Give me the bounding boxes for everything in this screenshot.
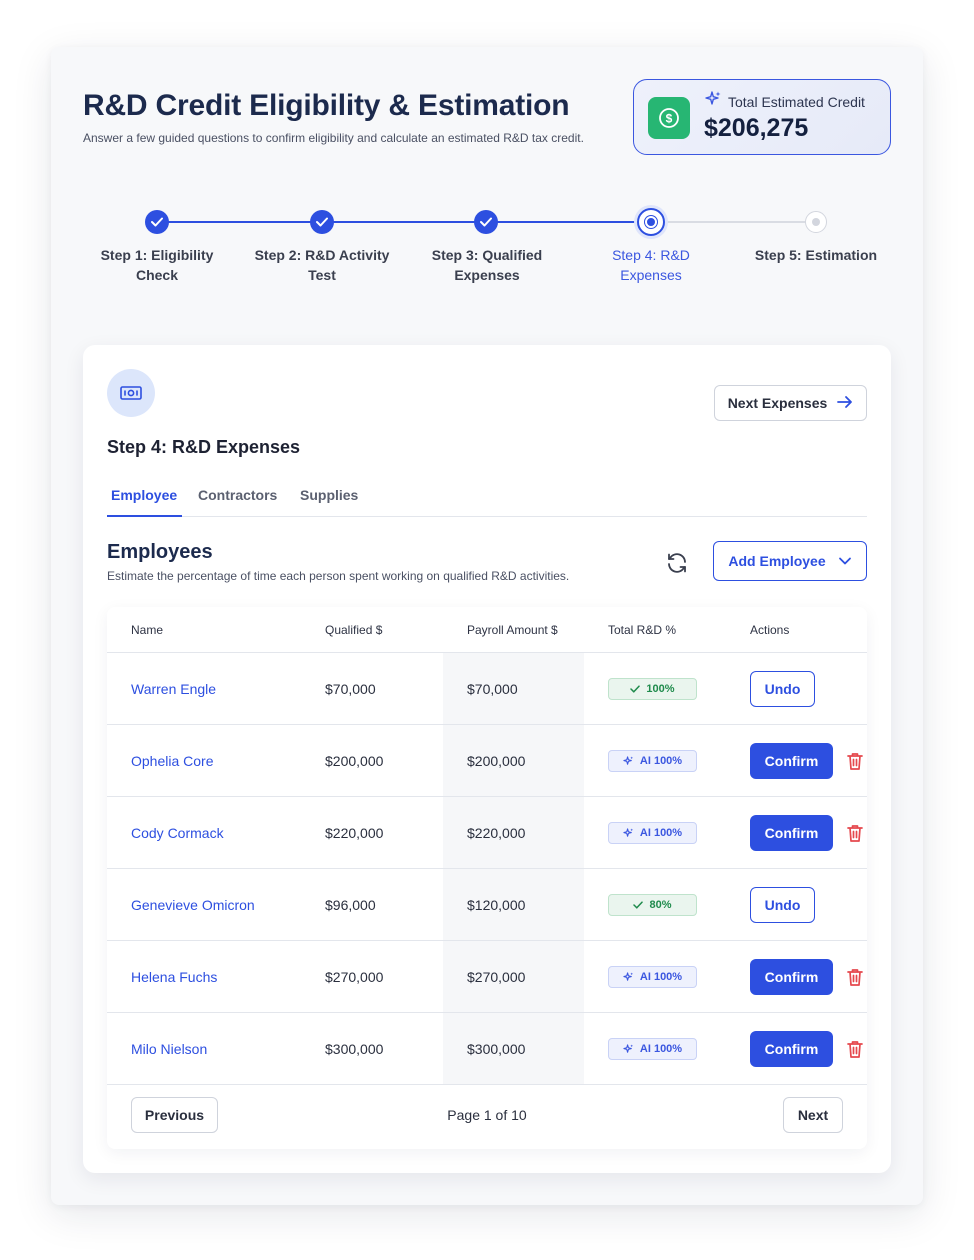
step-1-label[interactable]: Step 1: Eligibility Check	[82, 245, 232, 285]
employee-name-link[interactable]: Genevieve Omicron	[131, 897, 255, 913]
card-title: Step 4: R&D Expenses	[107, 437, 301, 457]
step-5-label[interactable]: Step 5: Estimation	[741, 245, 891, 265]
page-info: Page 1 of 10	[447, 1107, 527, 1123]
check-icon	[630, 685, 641, 693]
ai-percent-badge: AI 100%	[608, 822, 697, 844]
expense-tabs: Employee Contractors Supplies	[107, 481, 867, 517]
payroll-amount: $200,000	[467, 753, 526, 769]
sparkle-icon	[623, 971, 633, 981]
rd-percent-badge: 80%	[608, 894, 697, 916]
step-3-check-icon[interactable]	[474, 210, 498, 234]
qualified-amount: $96,000	[325, 897, 376, 913]
confirm-button[interactable]: Confirm	[750, 1031, 833, 1067]
trash-icon[interactable]	[844, 750, 866, 772]
progress-stepper: Step 1: Eligibility Check Step 2: R&D Act…	[51, 205, 923, 305]
employee-name-link[interactable]: Warren Engle	[131, 681, 216, 697]
qualified-amount: $200,000	[325, 753, 384, 769]
check-icon	[633, 901, 644, 909]
step-4-label[interactable]: Step 4: R&D Expenses	[576, 245, 726, 285]
step-4-current-dot[interactable]	[637, 208, 665, 236]
qualified-amount: $270,000	[325, 969, 384, 985]
table-row: Warren Engle $70,000 $70,000 100% Undo	[107, 653, 867, 725]
stepper-progress-line	[157, 221, 651, 223]
table-row: Cody Cormack $220,000 $220,000 AI 100% C…	[107, 797, 867, 869]
chevron-down-icon	[838, 553, 852, 569]
qualified-amount: $300,000	[325, 1041, 384, 1057]
qualified-amount: $220,000	[325, 825, 384, 841]
sparkle-icon	[623, 755, 633, 765]
next-page-button[interactable]: Next	[783, 1097, 843, 1133]
confirm-button[interactable]: Confirm	[750, 959, 833, 995]
payroll-amount: $70,000	[467, 681, 518, 697]
tab-supplies[interactable]: Supplies	[296, 487, 362, 517]
ai-percent-badge: AI 100%	[608, 1038, 697, 1060]
add-employee-button[interactable]: Add Employee	[713, 541, 867, 581]
trash-icon[interactable]	[844, 822, 866, 844]
previous-page-button[interactable]: Previous	[131, 1097, 218, 1133]
confirm-button[interactable]: Confirm	[750, 743, 833, 779]
table-row: Milo Nielson $300,000 $300,000 AI 100% C…	[107, 1013, 867, 1085]
step-2-check-icon[interactable]	[310, 210, 334, 234]
employee-name-link[interactable]: Ophelia Core	[131, 753, 214, 769]
page-title: R&D Credit Eligibility & Estimation	[83, 89, 570, 122]
sparkle-icon	[704, 90, 722, 113]
sparkle-icon	[623, 827, 633, 837]
payroll-amount: $270,000	[467, 969, 526, 985]
stepper-remaining-line	[651, 221, 816, 223]
section-title: Employees	[107, 541, 213, 563]
undo-button[interactable]: Undo	[750, 671, 815, 707]
employees-table: Name Qualified $ Payroll Amount $ Total …	[107, 607, 867, 1149]
refresh-icon[interactable]	[663, 549, 691, 577]
tab-contractors[interactable]: Contractors	[194, 487, 281, 517]
arrow-right-icon	[837, 395, 853, 412]
payroll-amount: $220,000	[467, 825, 526, 841]
step-2-label[interactable]: Step 2: R&D Activity Test	[247, 245, 397, 285]
confirm-button[interactable]: Confirm	[750, 815, 833, 851]
table-row: Genevieve Omicron $96,000 $120,000 80% U…	[107, 869, 867, 941]
step-5-pending-dot[interactable]	[805, 211, 827, 233]
trash-icon[interactable]	[844, 966, 866, 988]
trash-icon[interactable]	[844, 1038, 866, 1060]
dollar-circle-icon: $	[648, 97, 690, 139]
credit-label: Total Estimated Credit	[728, 93, 865, 110]
column-header-payroll: Payroll Amount $	[467, 623, 558, 637]
undo-button[interactable]: Undo	[750, 887, 815, 923]
tab-employee[interactable]: Employee	[107, 487, 182, 517]
ai-percent-badge: AI 100%	[608, 750, 697, 772]
step-1-check-icon[interactable]	[145, 210, 169, 234]
section-subtitle: Estimate the percentage of time each per…	[107, 569, 570, 583]
employee-name-link[interactable]: Milo Nielson	[131, 1041, 207, 1057]
next-expenses-button[interactable]: Next Expenses	[714, 385, 867, 421]
employee-name-link[interactable]: Helena Fuchs	[131, 969, 217, 985]
page-container: R&D Credit Eligibility & Estimation Answ…	[51, 47, 923, 1205]
next-expenses-label: Next Expenses	[727, 395, 828, 411]
qualified-amount: $70,000	[325, 681, 376, 697]
column-header-actions: Actions	[750, 623, 790, 637]
expenses-card: Step 4: R&D Expenses Next Expenses Emplo…	[83, 345, 891, 1173]
svg-text:$: $	[666, 112, 673, 126]
page-subtitle: Answer a few guided questions to confirm…	[83, 131, 584, 145]
employee-name-link[interactable]: Cody Cormack	[131, 825, 224, 841]
column-header-total-rd: Total R&D %	[608, 623, 677, 637]
money-icon	[107, 369, 155, 417]
table-row: Ophelia Core $200,000 $200,000 AI 100% C…	[107, 725, 867, 797]
sparkle-icon	[623, 1043, 633, 1053]
column-header-name: Name	[131, 623, 164, 637]
payroll-amount: $300,000	[467, 1041, 526, 1057]
add-employee-label: Add Employee	[728, 553, 826, 569]
ai-percent-badge: AI 100%	[608, 966, 697, 988]
payroll-amount: $120,000	[467, 897, 526, 913]
credit-value: $206,275	[704, 114, 809, 142]
table-row: Helena Fuchs $270,000 $270,000 AI 100% C…	[107, 941, 867, 1013]
rd-percent-badge: 100%	[608, 678, 697, 700]
step-3-label[interactable]: Step 3: Qualified Expenses	[412, 245, 562, 285]
total-credit-card: $ Total Estimated Credit $206,275	[633, 79, 891, 155]
column-header-qualified: Qualified $	[325, 623, 383, 637]
